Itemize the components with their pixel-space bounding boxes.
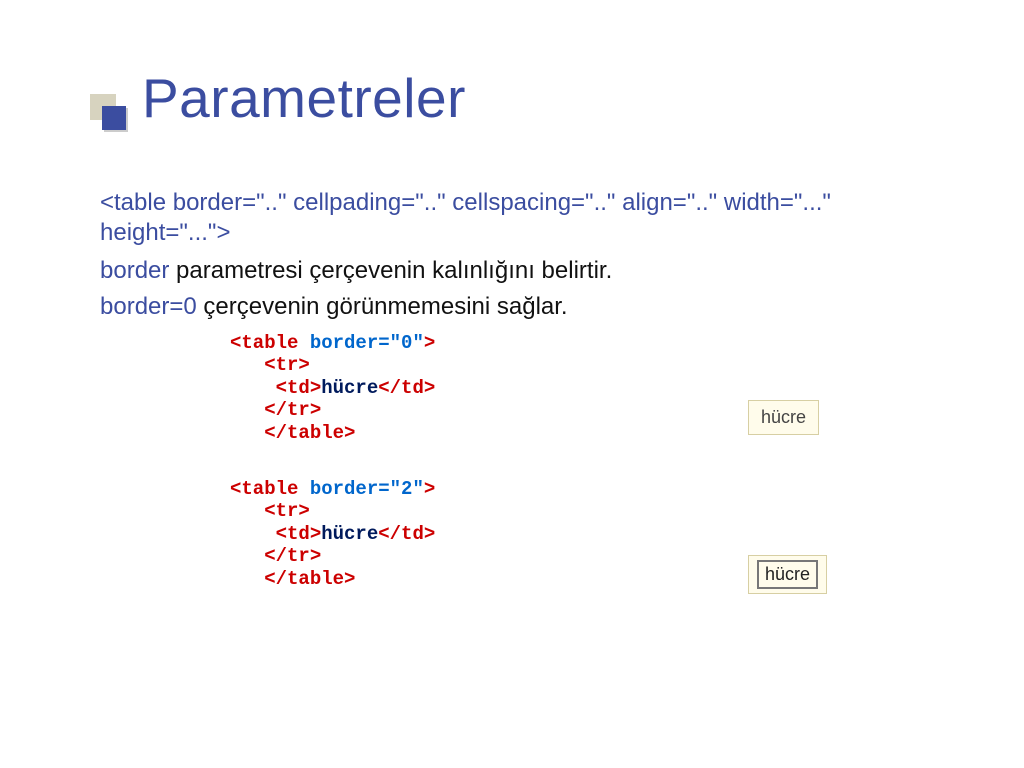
code1-open-end: > — [424, 332, 435, 354]
render-preview-border-2: hücre — [748, 555, 827, 594]
code-example-border-0: <table border="0"> <tr> <td>hücre</td> <… — [230, 332, 435, 444]
border-zero-description: border=0 çerçevenin görünmemesini sağlar… — [100, 292, 940, 322]
code2-open-start: <table — [230, 478, 310, 500]
code1-table-close: </table> — [230, 422, 355, 444]
code2-open-attr: border="2" — [310, 478, 424, 500]
code2-td-open: <td> — [230, 523, 321, 545]
preview2-cell: hücre — [757, 560, 818, 589]
code1-open-attr: border="0" — [310, 332, 424, 354]
code2-tr-close: </tr> — [230, 545, 321, 567]
code1-tr-open: <tr> — [230, 354, 310, 376]
keyword-border: border — [100, 257, 169, 284]
code1-tr-close: </tr> — [230, 399, 321, 421]
render-preview-border-0: hücre — [748, 400, 819, 435]
slide: Parametreler <table border=".." cellpadi… — [0, 0, 1024, 768]
code1-td-open: <td> — [230, 377, 321, 399]
code2-table-close: </table> — [230, 568, 355, 590]
code2-cell-text: hücre — [321, 523, 378, 545]
code2-open-end: > — [424, 478, 435, 500]
code1-open-start: <table — [230, 332, 310, 354]
keyword-border-zero: border=0 — [100, 293, 197, 320]
code1-cell-text: hücre — [321, 377, 378, 399]
title-bullet-decoration — [90, 86, 138, 134]
border-description: border parametresi çerçevenin kalınlığın… — [100, 256, 940, 286]
code2-tr-open: <tr> — [230, 500, 310, 522]
slide-title: Parametreler — [142, 66, 466, 130]
code-example-border-2: <table border="2"> <tr> <td>hücre</td> <… — [230, 478, 435, 590]
code2-td-close: </td> — [378, 523, 435, 545]
border-description-rest: parametresi çerçevenin kalınlığını belir… — [169, 257, 612, 284]
preview1-cell: hücre — [761, 407, 806, 427]
deco-square-front — [102, 106, 126, 130]
syntax-line: <table border=".." cellpading=".." cells… — [100, 188, 940, 248]
border-zero-description-rest: çerçevenin görünmemesini sağlar. — [197, 293, 568, 320]
body-text: <table border=".." cellpading=".." cells… — [100, 188, 940, 322]
code1-td-close: </td> — [378, 377, 435, 399]
